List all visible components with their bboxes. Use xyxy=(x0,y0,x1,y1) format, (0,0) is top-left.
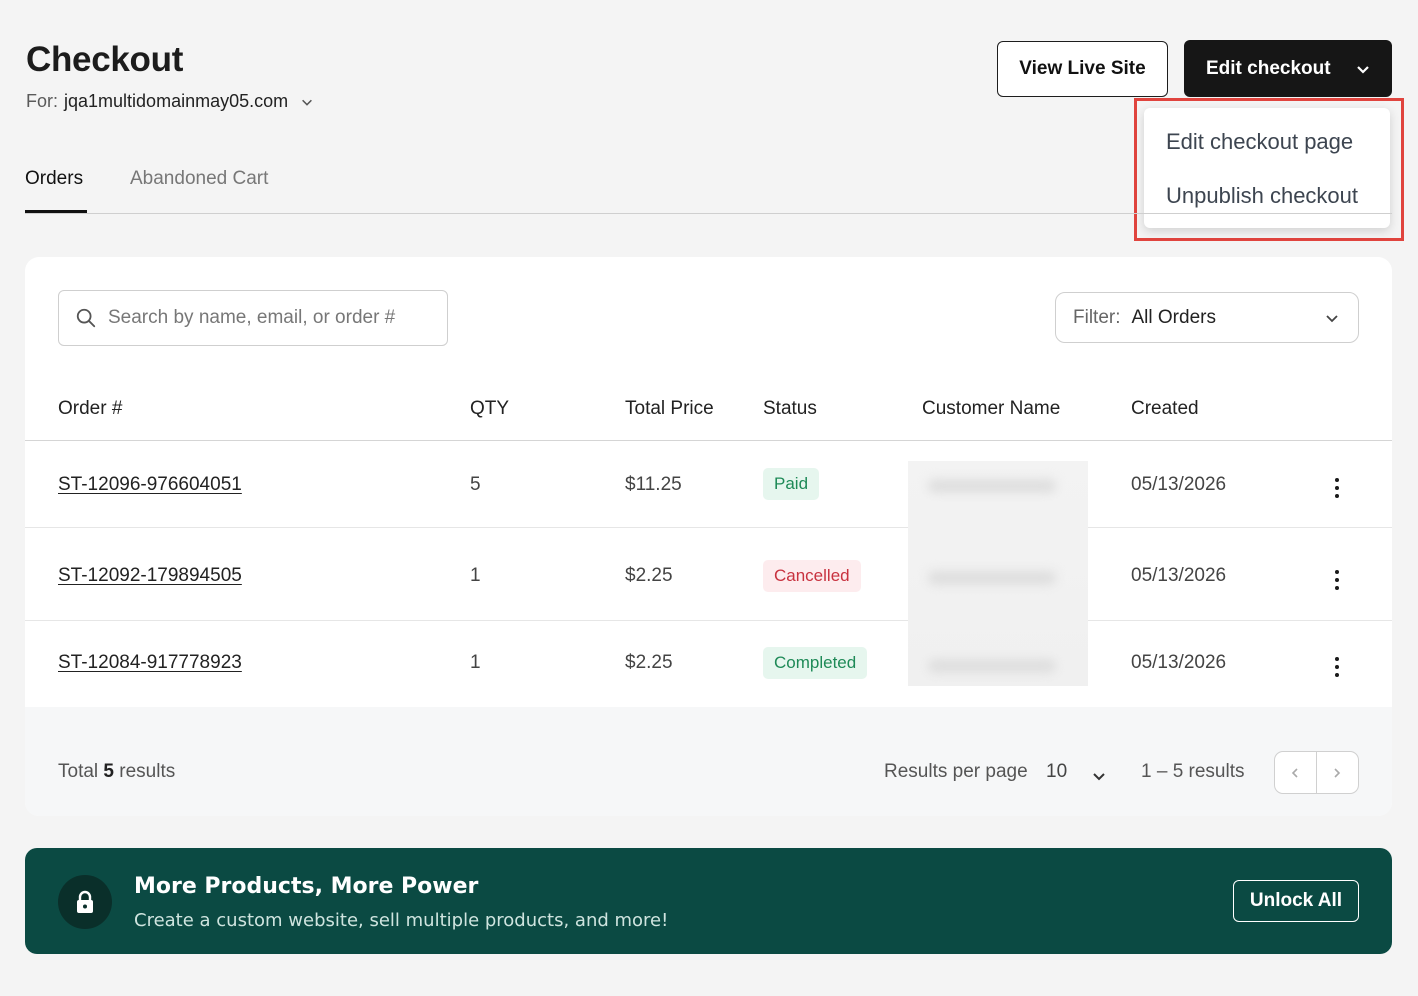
edit-checkout-button[interactable]: Edit checkout xyxy=(1184,40,1392,97)
chevron-down-icon[interactable] xyxy=(1091,768,1107,784)
results-range: 1 – 5 results xyxy=(1141,761,1245,782)
more-options-icon[interactable] xyxy=(1334,478,1340,498)
more-options-icon[interactable] xyxy=(1334,570,1340,590)
qty-cell: 5 xyxy=(470,474,481,495)
tab-abandoned-cart[interactable]: Abandoned Cart xyxy=(130,168,268,190)
results-per-page-label: Results per page xyxy=(884,761,1028,782)
tab-orders[interactable]: Orders xyxy=(25,168,83,190)
edit-checkout-label: Edit checkout xyxy=(1206,57,1331,79)
search-icon xyxy=(76,308,96,328)
total-price-cell: $2.25 xyxy=(625,652,673,673)
tab-bar: Orders Abandoned Cart xyxy=(25,160,1392,214)
chevron-left-icon xyxy=(1292,767,1298,778)
domain-selector[interactable]: For: jqa1multidomainmay05.com xyxy=(26,91,314,112)
previous-page-button[interactable] xyxy=(1275,752,1317,793)
view-live-site-button[interactable]: View Live Site xyxy=(997,41,1168,97)
chevron-right-icon xyxy=(1334,767,1341,778)
search-box[interactable] xyxy=(58,290,448,346)
banner-subtitle: Create a custom website, sell multiple p… xyxy=(134,910,669,931)
total-prefix: Total xyxy=(58,761,99,782)
active-tab-indicator xyxy=(25,210,87,213)
table-row[interactable]: ST-12092-179894505 1 $2.25 Cancelled 05/… xyxy=(25,533,1392,621)
status-badge: Paid xyxy=(763,468,820,500)
customer-name-redacted xyxy=(908,461,1088,686)
banner-title: More Products, More Power xyxy=(134,874,479,899)
orders-card: Filter: All Orders Order # QTY Total Pri… xyxy=(25,257,1392,816)
chevron-down-icon xyxy=(1326,315,1338,323)
filter-value: All Orders xyxy=(1131,306,1216,328)
next-page-button[interactable] xyxy=(1317,752,1359,793)
status-badge: Completed xyxy=(763,647,868,679)
chevron-down-icon xyxy=(302,99,313,106)
total-price-cell: $2.25 xyxy=(625,565,673,586)
column-header-total-price[interactable]: Total Price xyxy=(625,398,714,420)
filter-label: Filter: xyxy=(1073,306,1121,328)
pagination xyxy=(1274,751,1359,794)
results-per-page-select[interactable]: 10 xyxy=(1046,761,1067,783)
order-link[interactable]: ST-12096-976604051 xyxy=(58,474,242,496)
total-price-cell: $11.25 xyxy=(625,474,682,495)
upsell-banner: More Products, More Power Create a custo… xyxy=(25,848,1392,954)
created-cell: 05/13/2026 xyxy=(1131,565,1227,586)
total-results: Total 5 results xyxy=(58,761,175,783)
column-header-status[interactable]: Status xyxy=(763,398,817,420)
table-row[interactable]: ST-12084-917778923 1 $2.25 Completed 05/… xyxy=(25,621,1392,708)
qty-cell: 1 xyxy=(470,565,481,586)
column-header-order[interactable]: Order # xyxy=(58,398,122,420)
order-link[interactable]: ST-12092-179894505 xyxy=(58,565,242,587)
search-input[interactable] xyxy=(108,307,418,329)
lock-icon xyxy=(58,875,112,929)
total-suffix: results xyxy=(119,761,176,782)
filter-dropdown[interactable]: Filter: All Orders xyxy=(1055,292,1359,343)
order-link[interactable]: ST-12084-917778923 xyxy=(58,652,242,674)
for-label: For: xyxy=(26,91,59,111)
table-row[interactable]: ST-12096-976604051 5 $11.25 Paid 05/13/2… xyxy=(25,441,1392,528)
table-footer: Total 5 results Results per page 10 1 – … xyxy=(25,707,1392,816)
column-header-created[interactable]: Created xyxy=(1131,398,1199,420)
page-title: Checkout xyxy=(26,40,184,79)
status-badge: Cancelled xyxy=(763,560,861,592)
chevron-down-icon xyxy=(1356,65,1369,74)
total-count: 5 xyxy=(103,761,114,782)
domain-value: jqa1multidomainmay05.com xyxy=(64,91,289,111)
qty-cell: 1 xyxy=(470,652,481,673)
column-header-qty[interactable]: QTY xyxy=(470,398,509,420)
more-options-icon[interactable] xyxy=(1334,657,1340,677)
table-header: Order # QTY Total Price Status Customer … xyxy=(25,377,1392,441)
column-header-customer-name[interactable]: Customer Name xyxy=(922,398,1060,420)
unlock-all-button[interactable]: Unlock All xyxy=(1233,880,1359,922)
created-cell: 05/13/2026 xyxy=(1131,474,1227,495)
created-cell: 05/13/2026 xyxy=(1131,652,1227,673)
